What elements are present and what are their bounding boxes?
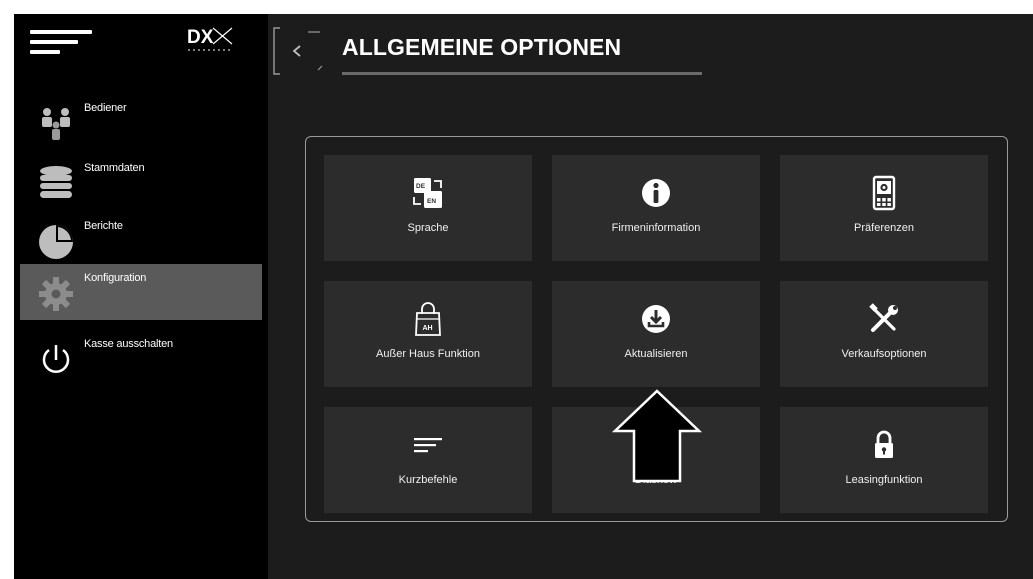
tile-label: Firmeninformation xyxy=(611,222,701,234)
tile-label: Sprache xyxy=(407,222,449,234)
svg-text:AH: AH xyxy=(423,325,433,332)
sidebar-item-kasse-ausschalten[interactable]: Kasse ausschalten xyxy=(20,330,262,386)
lock-icon xyxy=(875,430,893,458)
tile-praeferenzen[interactable]: Präferenzen xyxy=(780,155,988,261)
update-download-icon xyxy=(642,305,670,333)
tools-icon xyxy=(869,303,898,332)
shortcuts-lines-icon xyxy=(414,438,442,453)
tile-label: Kurzbefehle xyxy=(398,474,458,486)
tile-label: Aktualisieren xyxy=(624,348,688,360)
tile-firmeninformation[interactable]: Firmeninformation xyxy=(552,155,760,261)
tile-diashow[interactable]: Diashow xyxy=(552,407,760,513)
tile-ausser-haus-funktion[interactable]: AH Außer Haus Funktion xyxy=(324,281,532,387)
tile-verkaufsoptionen[interactable]: Verkaufsoptionen xyxy=(780,281,988,387)
dx-logo: DX xyxy=(187,27,233,51)
takeaway-bag-icon: AH xyxy=(415,302,441,336)
title-underline xyxy=(342,72,702,75)
sidebar-item-label: Konfiguration xyxy=(84,272,147,284)
hamburger-menu-icon[interactable] xyxy=(30,28,94,58)
gear-icon xyxy=(39,277,73,311)
svg-text:EN: EN xyxy=(427,198,436,205)
tile-kurzbefehle[interactable]: Kurzbefehle xyxy=(324,407,532,513)
sidebar-item-label: Kasse ausschalten xyxy=(84,338,173,350)
sidebar-item-konfiguration[interactable]: Konfiguration xyxy=(20,264,262,320)
language-icon: DE EN xyxy=(413,178,442,208)
database-icon xyxy=(40,166,72,198)
sidebar: DX Bediener Stammdaten Berichte Konfigur… xyxy=(14,14,268,579)
tile-aktualisieren[interactable]: Aktualisieren xyxy=(552,281,760,387)
tile-label: Verkaufsoptionen xyxy=(841,348,927,360)
preferences-icon xyxy=(872,175,896,211)
sidebar-item-bediener[interactable]: Bediener xyxy=(20,94,262,150)
sidebar-item-stammdaten[interactable]: Stammdaten xyxy=(20,154,262,210)
svg-text:DX: DX xyxy=(187,27,214,48)
users-icon xyxy=(42,108,70,140)
tile-label: Außer Haus Funktion xyxy=(376,348,480,360)
options-panel: DE EN Sprache Firmeninformation Präferen… xyxy=(305,136,1008,522)
pie-chart-icon xyxy=(39,225,73,259)
sidebar-item-label: Berichte xyxy=(84,220,123,232)
info-icon xyxy=(642,179,670,207)
tile-label: Diashow xyxy=(634,474,678,486)
tile-sprache[interactable]: DE EN Sprache xyxy=(324,155,532,261)
sidebar-item-berichte[interactable]: Berichte xyxy=(20,212,262,268)
sidebar-item-label: Stammdaten xyxy=(84,162,145,174)
page-title: ALLGEMEINE OPTIONEN xyxy=(342,34,622,60)
app-window: DX Bediener Stammdaten Berichte Konfigur… xyxy=(14,14,1033,579)
back-button[interactable] xyxy=(272,26,324,76)
power-icon xyxy=(42,345,70,373)
svg-text:DE: DE xyxy=(416,183,426,190)
tile-leasingfunktion[interactable]: Leasingfunktion xyxy=(780,407,988,513)
sidebar-item-label: Bediener xyxy=(84,102,127,114)
tile-label: Leasingfunktion xyxy=(845,474,923,486)
tile-label: Präferenzen xyxy=(854,222,914,234)
